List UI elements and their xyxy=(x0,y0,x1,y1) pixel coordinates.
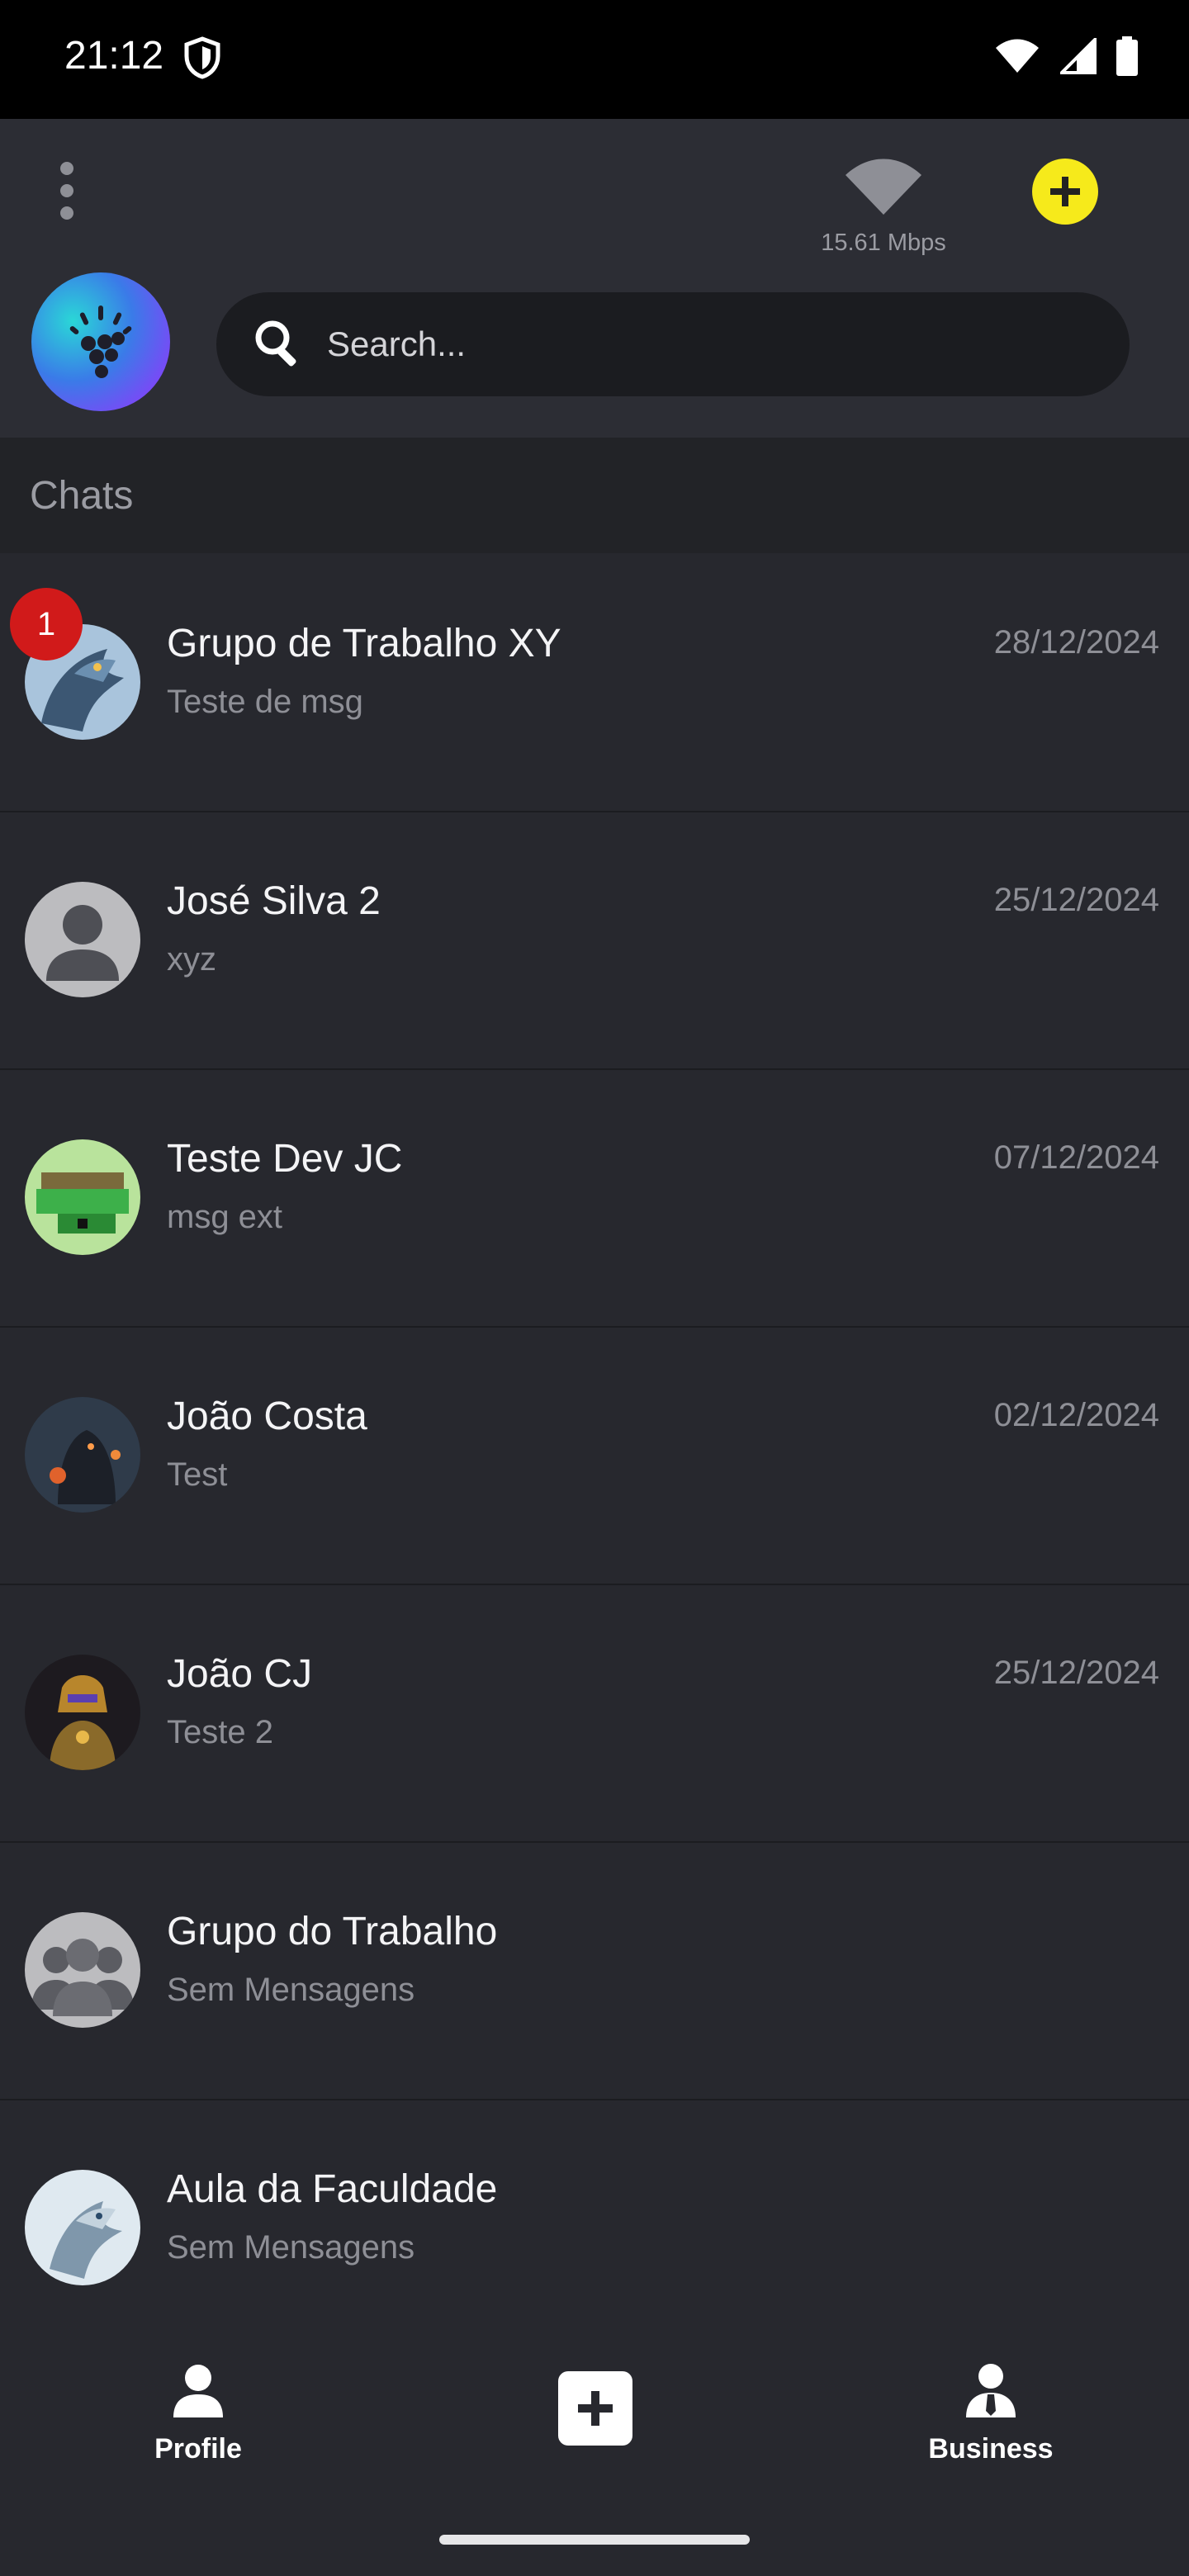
new-chat-button[interactable] xyxy=(558,2371,632,2446)
status-bar: 21:12 xyxy=(0,0,1189,119)
section-title: Chats xyxy=(30,473,134,518)
chat-date: 02/12/2024 xyxy=(993,1397,1159,1433)
chat-date: 25/12/2024 xyxy=(993,882,1159,918)
gesture-bar xyxy=(0,2510,1189,2576)
chat-last-message: Sem Mensagens xyxy=(167,2229,415,2266)
business-person-icon xyxy=(966,2364,1016,2417)
wifi-icon xyxy=(846,159,921,215)
chat-item[interactable]: José Silva 2 xyz 25/12/2024 xyxy=(0,812,1189,1070)
chat-item[interactable]: João Costa Test 02/12/2024 xyxy=(0,1328,1189,1585)
chat-item[interactable]: João CJ Teste 2 25/12/2024 xyxy=(0,1585,1189,1843)
dot xyxy=(60,206,73,220)
search-bar[interactable] xyxy=(216,292,1130,396)
avatar xyxy=(25,1912,140,2028)
chat-name: João Costa xyxy=(167,1395,367,1438)
more-options-button[interactable] xyxy=(46,162,88,220)
person-icon xyxy=(173,2365,223,2417)
default-person-icon xyxy=(25,882,140,997)
wifi-status-icon xyxy=(994,38,1040,78)
search-icon xyxy=(251,316,304,373)
nav-business[interactable]: Business xyxy=(867,2361,1115,2465)
dot xyxy=(60,162,73,175)
bottom-navigation: Profile Business xyxy=(0,2328,1189,2510)
nav-profile[interactable]: Profile xyxy=(74,2361,322,2465)
chats-section-header: Chats xyxy=(0,438,1189,553)
chat-name: Aula da Faculdade xyxy=(167,2167,498,2211)
avatar xyxy=(25,2170,140,2285)
chat-last-message: Teste 2 xyxy=(167,1714,273,1750)
white-dragon-avatar-icon xyxy=(25,2170,140,2285)
chat-last-message: Sem Mensagens xyxy=(167,1972,415,2008)
chat-date: 28/12/2024 xyxy=(993,624,1159,661)
chat-last-message: Teste de msg xyxy=(167,684,363,720)
chat-last-message: Test xyxy=(167,1456,228,1493)
chat-name: Grupo de Trabalho XY xyxy=(167,622,561,665)
search-input[interactable] xyxy=(325,324,1072,365)
chat-name: José Silva 2 xyxy=(167,879,381,923)
pixel-turtle-icon xyxy=(25,1139,140,1255)
home-gesture-handle[interactable] xyxy=(439,2535,750,2545)
default-group-icon xyxy=(25,1912,140,2028)
chat-item[interactable]: 1 Grupo de Trabalho XY Teste de msg 28/1… xyxy=(0,555,1189,812)
plus-icon xyxy=(1050,177,1080,206)
avatar xyxy=(25,1139,140,1255)
status-time: 21:12 xyxy=(64,34,164,78)
chat-name: Grupo do Trabalho xyxy=(167,1910,498,1953)
network-indicator: 15.61 Mbps xyxy=(801,157,966,264)
shield-icon xyxy=(183,36,221,83)
app-logo xyxy=(31,272,170,411)
dot xyxy=(60,184,73,197)
avatar xyxy=(25,1655,140,1770)
nav-profile-label: Profile xyxy=(154,2433,242,2465)
plus-icon xyxy=(578,2391,613,2426)
nav-business-label: Business xyxy=(928,2433,1054,2465)
chat-list: 1 Grupo de Trabalho XY Teste de msg 28/1… xyxy=(0,555,1189,2356)
chat-name: João CJ xyxy=(167,1652,313,1696)
unread-badge: 1 xyxy=(10,588,83,661)
chat-item[interactable]: Grupo do Trabalho Sem Mensagens xyxy=(0,1843,1189,2100)
add-button[interactable] xyxy=(1032,159,1098,225)
armored-hero-avatar-icon xyxy=(25,1655,140,1770)
chat-item[interactable]: Teste Dev JC msg ext 07/12/2024 xyxy=(0,1070,1189,1328)
signal-icon xyxy=(1058,36,1097,78)
chat-last-message: xyz xyxy=(167,941,216,978)
network-speed-label: 15.61 Mbps xyxy=(821,230,946,256)
grape-logo-icon xyxy=(69,305,132,378)
avatar xyxy=(25,1397,140,1513)
chat-date: 25/12/2024 xyxy=(993,1655,1159,1691)
chat-name: Teste Dev JC xyxy=(167,1137,403,1181)
chat-last-message: msg ext xyxy=(167,1199,283,1235)
dark-knight-avatar-icon xyxy=(25,1397,140,1513)
chat-date: 07/12/2024 xyxy=(993,1139,1159,1176)
avatar xyxy=(25,882,140,997)
chat-item[interactable]: Aula da Faculdade Sem Mensagens xyxy=(0,2100,1189,2356)
battery-icon xyxy=(1116,36,1138,80)
